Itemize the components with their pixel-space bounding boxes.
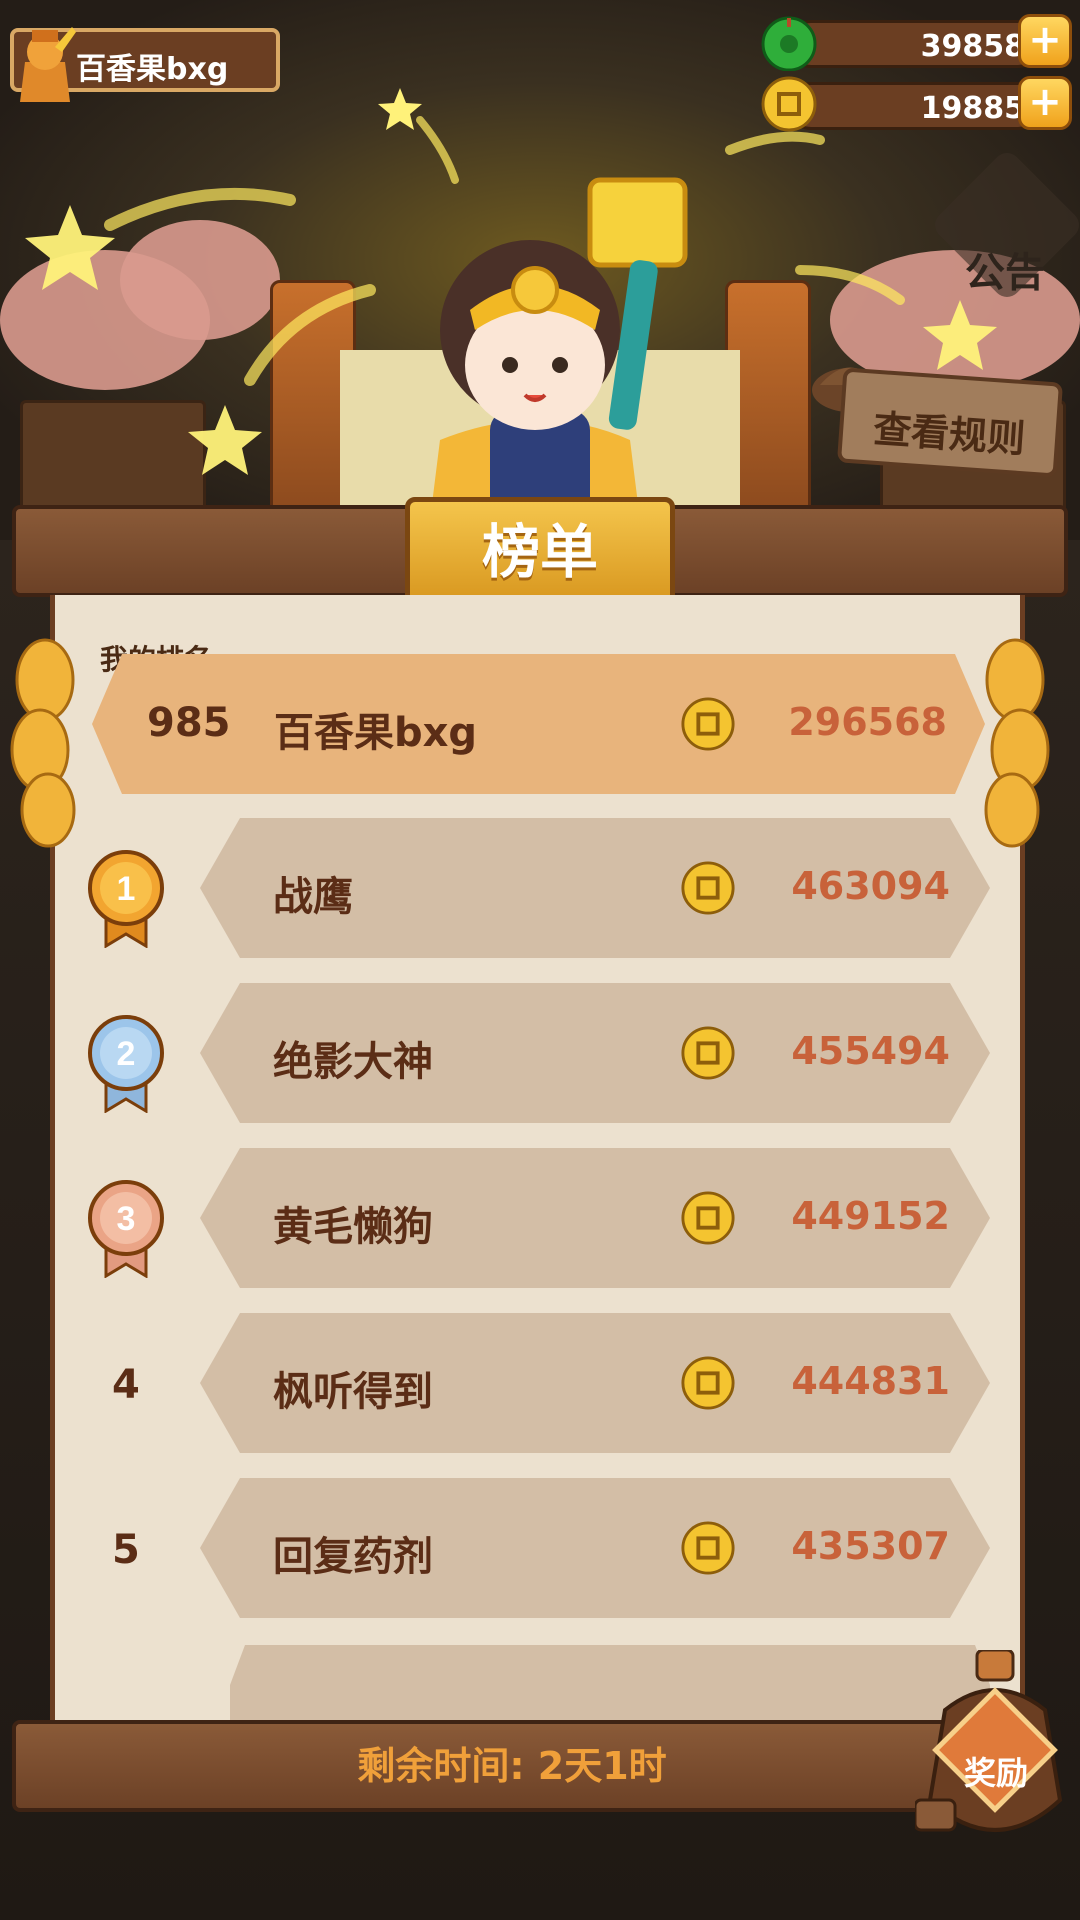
avatar-icon bbox=[20, 27, 76, 102]
partial-row-bg bbox=[230, 1645, 990, 1725]
corn-decoration-icon bbox=[10, 638, 76, 848]
rank-3-number: 3 bbox=[117, 1200, 136, 1238]
my-rank-number: 985 bbox=[147, 700, 231, 746]
add-jade-button[interactable]: + bbox=[1018, 14, 1072, 68]
coin-icon bbox=[681, 861, 735, 915]
board-title: 榜单 bbox=[481, 518, 598, 586]
username: 百香果bxg bbox=[76, 52, 229, 87]
rank-row: 战鹰 463094 bbox=[200, 818, 990, 958]
view-rules-button[interactable]: 查看规则 bbox=[836, 367, 1064, 478]
rank-row: 枫听得到 444831 bbox=[200, 1313, 990, 1453]
jade-value: 39858 bbox=[920, 29, 1025, 64]
hero-character-icon bbox=[430, 177, 688, 520]
my-rank-score: 296568 bbox=[788, 700, 947, 744]
bronze-medal-icon: 3 bbox=[88, 1180, 164, 1278]
board-title-plaque: 榜单 bbox=[405, 497, 675, 607]
rank-row: 回复药剂 435307 bbox=[200, 1478, 990, 1618]
coin-currency-bar: 19885 bbox=[761, 76, 1042, 132]
jade-icon bbox=[761, 16, 817, 71]
rank-score: 463094 bbox=[791, 864, 950, 908]
rank-name: 回复药剂 bbox=[273, 1534, 433, 1580]
rank-2-number: 2 bbox=[117, 1035, 136, 1073]
notice-label[interactable]: 公告 bbox=[965, 240, 1045, 298]
rank-score: 455494 bbox=[791, 1029, 950, 1073]
rank-4-number: 4 bbox=[112, 1362, 140, 1408]
coin-icon bbox=[761, 76, 817, 132]
my-rank-row: 985 百香果bxg 296568 bbox=[92, 654, 985, 794]
board-bottom-beam: 剩余时间: 2天1时 bbox=[12, 1720, 1012, 1812]
coin-icon bbox=[681, 1191, 735, 1245]
rank-1-number: 1 bbox=[117, 870, 136, 908]
user-badge[interactable]: 百香果bxg bbox=[10, 27, 280, 102]
rank-row: 黄毛懒狗 449152 bbox=[200, 1148, 990, 1288]
rank-name: 战鹰 bbox=[273, 874, 353, 920]
rank-score: 449152 bbox=[791, 1194, 950, 1238]
time-remaining: 剩余时间: 2天1时 bbox=[357, 1744, 667, 1788]
coin-icon bbox=[681, 1521, 735, 1575]
coin-icon bbox=[681, 1356, 735, 1410]
jade-currency-bar: 39858 bbox=[761, 16, 1042, 71]
rank-name: 黄毛懒狗 bbox=[273, 1204, 433, 1250]
view-rules-label: 查看规则 bbox=[871, 406, 1027, 462]
rank-score: 444831 bbox=[791, 1359, 950, 1403]
silver-medal-icon: 2 bbox=[88, 1015, 164, 1113]
corn-decoration-icon bbox=[984, 638, 1050, 848]
coin-icon bbox=[681, 697, 735, 751]
my-rank-name: 百香果bxg bbox=[274, 710, 478, 756]
add-coin-button[interactable]: + bbox=[1018, 76, 1072, 130]
rank-score: 435307 bbox=[791, 1524, 950, 1568]
coin-value: 19885 bbox=[920, 91, 1025, 126]
rank-name: 绝影大神 bbox=[273, 1039, 433, 1085]
rank-name: 枫听得到 bbox=[273, 1369, 433, 1415]
rank-5-number: 5 bbox=[112, 1527, 140, 1573]
reward-label[interactable]: 奖励 bbox=[953, 1748, 1039, 1794]
rank-row: 绝影大神 455494 bbox=[200, 983, 990, 1123]
gold-medal-icon: 1 bbox=[88, 850, 164, 948]
coin-icon bbox=[681, 1026, 735, 1080]
